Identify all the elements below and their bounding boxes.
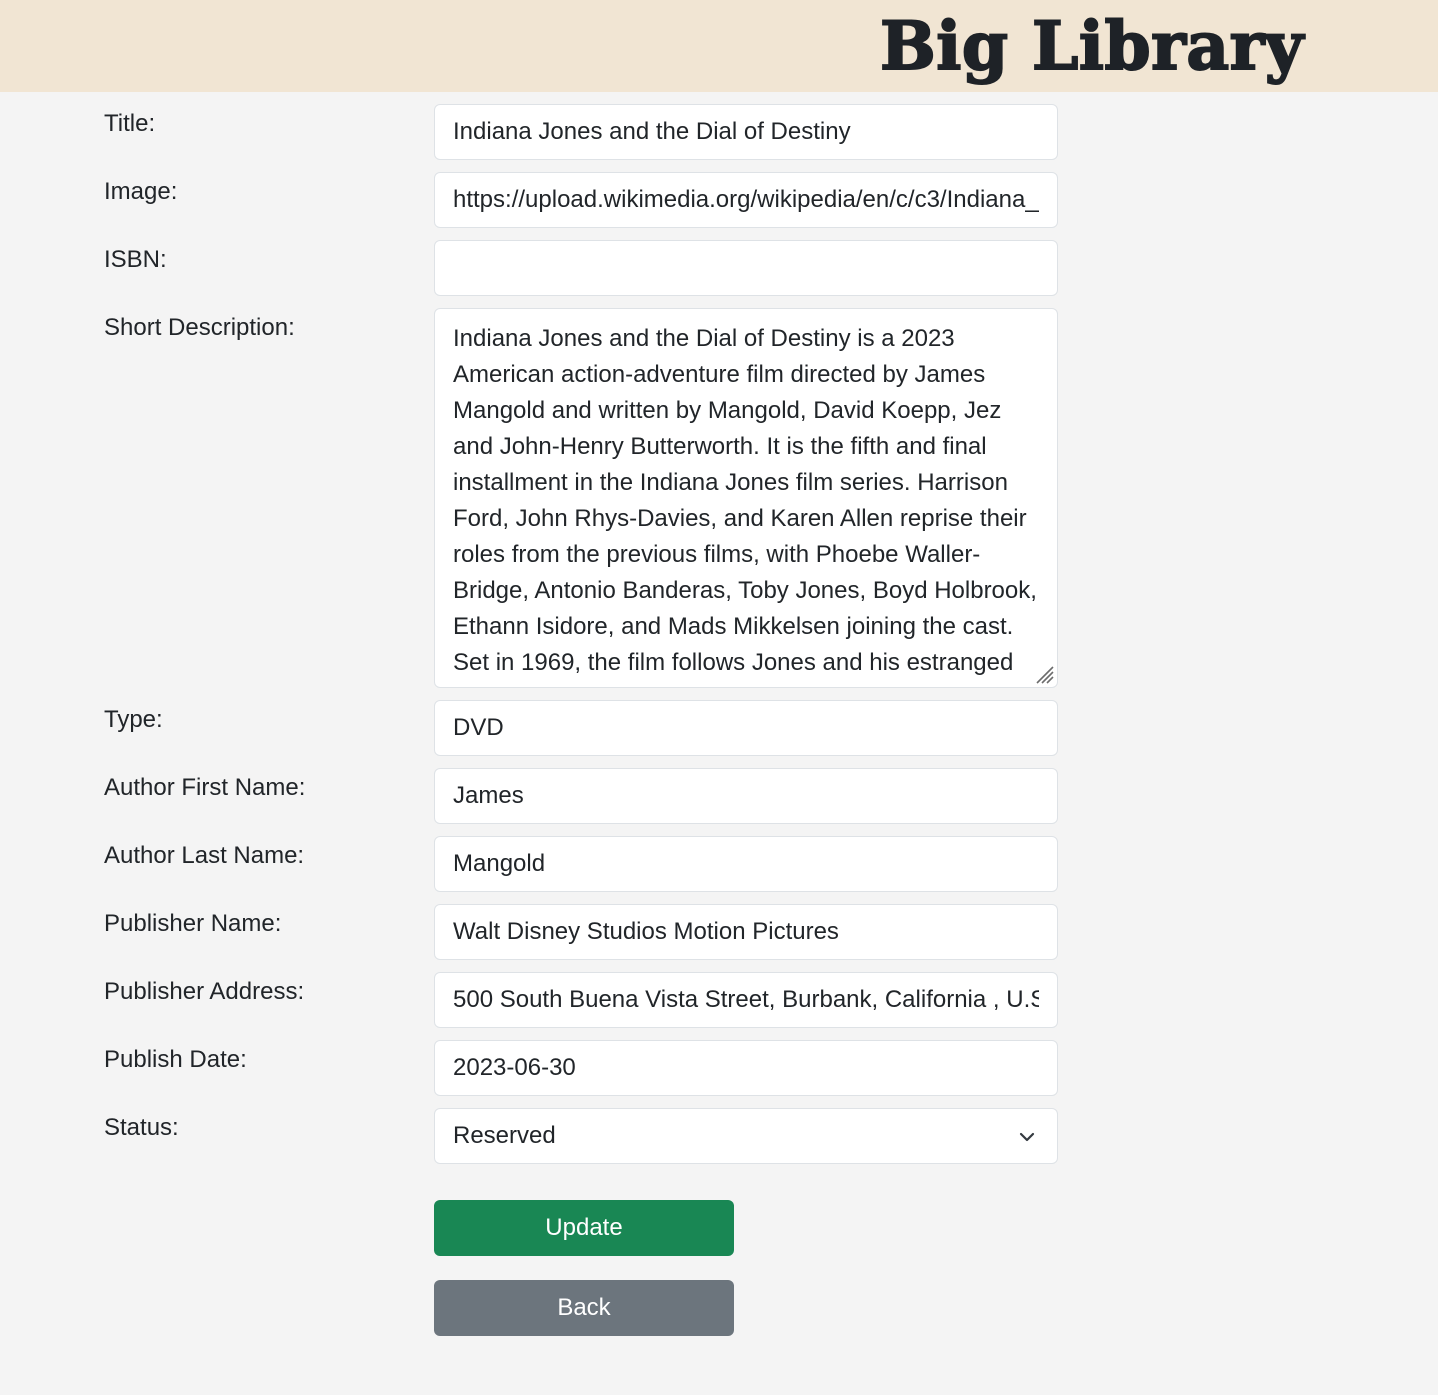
publisher-name-label: Publisher Name: — [104, 910, 282, 937]
author-last-name-label: Author Last Name: — [104, 842, 305, 869]
publisher-address-wrapper — [434, 972, 1058, 1028]
update-button[interactable]: Update — [434, 1200, 734, 1256]
isbn-input[interactable] — [453, 241, 1039, 295]
author-first-name-input[interactable] — [453, 769, 1039, 823]
short-description-label: Short Description: — [104, 314, 295, 341]
brand-title: Big Library — [879, 6, 1304, 86]
publisher-name-input[interactable] — [453, 905, 1039, 959]
resize-handle-icon[interactable] — [1033, 663, 1055, 685]
isbn-label: ISBN: — [104, 246, 167, 273]
isbn-field-wrapper — [434, 240, 1058, 296]
author-first-name-wrapper — [434, 768, 1058, 824]
type-field-wrapper — [434, 700, 1058, 756]
publish-date-label: Publish Date: — [104, 1046, 247, 1073]
image-field-wrapper — [434, 172, 1058, 228]
type-input[interactable] — [453, 701, 1039, 755]
publisher-name-wrapper — [434, 904, 1058, 960]
publish-date-wrapper — [434, 1040, 1058, 1096]
image-url-input[interactable] — [453, 173, 1039, 227]
title-label: Title: — [104, 110, 156, 137]
title-field-wrapper — [434, 104, 1058, 160]
author-first-name-label: Author First Name: — [104, 774, 306, 801]
page-header: Big Library — [0, 0, 1438, 92]
title-input[interactable] — [453, 105, 1039, 159]
short-description-wrapper: Indiana Jones and the Dial of Destiny is… — [434, 308, 1058, 688]
status-label: Status: — [104, 1114, 179, 1141]
back-button[interactable]: Back — [434, 1280, 734, 1336]
publisher-address-input[interactable] — [453, 973, 1039, 1027]
status-select[interactable]: Reserved — [434, 1108, 1058, 1164]
image-label: Image: — [104, 178, 178, 205]
type-label: Type: — [104, 706, 163, 733]
author-last-name-input[interactable] — [453, 837, 1039, 891]
status-selected-value: Reserved — [453, 1122, 556, 1149]
short-description-textarea[interactable]: Indiana Jones and the Dial of Destiny is… — [435, 309, 1057, 687]
chevron-down-icon — [1019, 1132, 1035, 1142]
author-last-name-wrapper — [434, 836, 1058, 892]
publisher-address-label: Publisher Address: — [104, 978, 305, 1005]
publish-date-input[interactable] — [453, 1041, 1039, 1095]
